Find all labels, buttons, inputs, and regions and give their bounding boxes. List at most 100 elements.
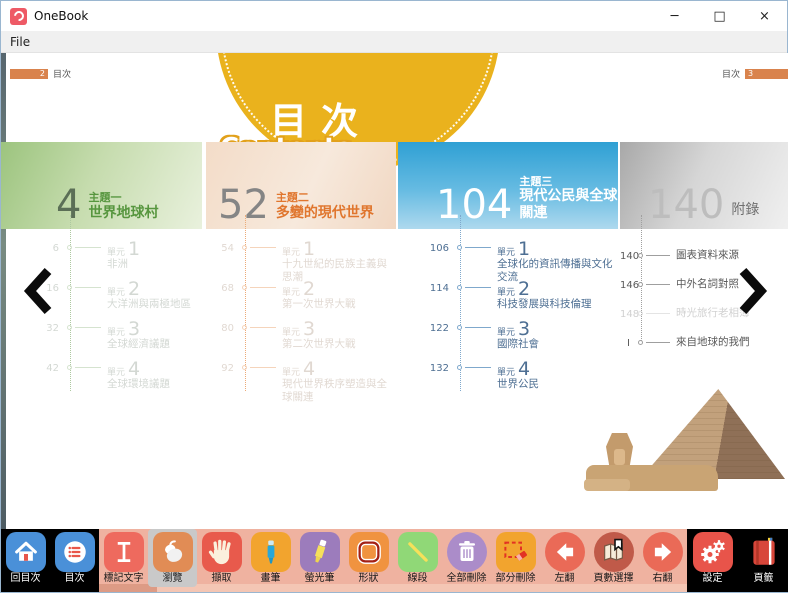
close-button[interactable]: × — [742, 1, 787, 31]
item-node-circle — [67, 285, 72, 290]
toc-section-2: 52 主題二 多變的現代世界 54 單元 1 十九世紀的民族主義與思潮 68 單元 2 第一次世界大… — [206, 142, 396, 404]
toolbar-button-back-to-toc[interactable]: 回目次 — [1, 529, 50, 584]
item-page-number: 146 — [620, 280, 640, 291]
item-unit-label: 單元 3 — [282, 318, 316, 340]
item-node-circle — [67, 325, 72, 330]
toolbar-label: 右翻 — [652, 573, 673, 584]
toc-item[interactable]: 106 單元 1 全球化的資訊傳播與文化交流 — [398, 238, 618, 283]
section-header: 104 主題三 現代公民與全球關連 — [398, 142, 618, 229]
left-page-marker: 2 目次 — [10, 67, 71, 80]
toolbar-button-delete-all[interactable]: 全部刪除 — [442, 529, 491, 584]
item-node-dash — [250, 327, 276, 328]
toc-section-4: 140 附錄 140 圖表資料來源 146 中外名詞對照 148 時光旅行老相簿 I 來自地球的我… — [620, 142, 788, 357]
item-node-dash — [75, 247, 101, 248]
toc-item[interactable]: 140 圖表資料來源 — [620, 241, 788, 270]
toolbar-button-flip-right[interactable]: 右翻 — [638, 529, 687, 584]
item-node-dash — [646, 342, 670, 343]
toc-item[interactable]: 122 單元 3 國際社會 — [398, 318, 618, 361]
item-node-dash — [465, 247, 491, 248]
item-unit-label: 單元 4 — [282, 358, 316, 380]
toc-item[interactable]: 92 單元 4 現代世界秩序塑造與全球關連 — [206, 358, 396, 404]
toolbar-label: 頁數選擇 — [593, 573, 634, 584]
section-theme: 主題三 — [519, 174, 553, 188]
toc-item[interactable]: 42 單元 4 全球環境議題 — [1, 358, 202, 401]
toolbar-button-settings[interactable]: 設定 — [687, 529, 738, 584]
section-page-number: 140 — [648, 182, 725, 229]
book-icon — [744, 532, 784, 572]
toc-item[interactable]: 54 單元 1 十九世紀的民族主義與思潮 — [206, 239, 396, 283]
arrow-left-icon — [544, 532, 585, 572]
maximize-button[interactable]: □ — [697, 1, 742, 31]
toolbar-label: 畫筆 — [260, 573, 281, 584]
toolbar-button-page-select[interactable]: 頁數選擇 — [589, 529, 638, 584]
toolbar-button-line[interactable]: 線段 — [393, 529, 442, 584]
item-title: 大洋洲與兩極地區 — [107, 298, 191, 311]
trash-icon — [446, 532, 487, 572]
mouse-icon — [152, 532, 193, 572]
item-node-dash — [250, 247, 276, 248]
map-icon — [593, 532, 634, 572]
item-node-circle — [242, 365, 247, 370]
next-page-button[interactable] — [738, 267, 768, 315]
item-page-number: 68 — [221, 283, 234, 294]
section-title: 現代公民與全球關連 — [519, 188, 618, 222]
toolbar-label: 標記文字 — [103, 573, 144, 584]
eraser-icon — [495, 532, 536, 572]
book-page-spread: 2 目次 目次 3 目次 Contents 4主題一世界地球村6單元1非洲16單… — [1, 53, 788, 531]
toolbar-button-pen[interactable]: 畫筆 — [246, 529, 295, 584]
item-title: 非洲 — [107, 258, 128, 271]
arrow-right-icon — [642, 532, 683, 572]
pen-icon — [250, 532, 291, 572]
toc-item[interactable]: 114 單元 2 科技發展與科技倫理 — [398, 279, 618, 321]
item-unit-label: 單元 4 — [107, 358, 141, 380]
item-node-dash — [465, 367, 491, 368]
toolbar-button-toc[interactable]: 目次 — [50, 529, 99, 584]
item-title: 第一次世界大戰 — [282, 298, 356, 311]
item-page-number: 54 — [221, 243, 234, 254]
toolbar-button-capture[interactable]: 擷取 — [197, 529, 246, 584]
item-node-circle — [67, 365, 72, 370]
left-page-number-badge: 2 — [10, 68, 48, 79]
toolbar-button-highlighter[interactable]: 螢光筆 — [295, 529, 344, 584]
item-node-circle — [457, 285, 462, 290]
right-page-number-badge: 3 — [745, 68, 788, 79]
item-unit-label: 單元 2 — [282, 278, 316, 300]
item-title: 現代世界秩序塑造與全球關連 — [282, 378, 387, 404]
previous-page-button[interactable] — [23, 267, 53, 315]
item-node-dash — [250, 287, 276, 288]
section-header: 4 主題一 世界地球村 — [1, 142, 202, 229]
highlighter-icon — [299, 532, 340, 572]
toc-item[interactable]: 32 單元 3 全球經濟議題 — [1, 319, 202, 361]
minimize-button[interactable]: ─ — [652, 1, 697, 31]
item-unit-label: 單元 3 — [497, 318, 531, 340]
toolbar-button-delete-partial[interactable]: 部分刪除 — [491, 529, 540, 584]
toc-item[interactable]: I 來自地球的我們 — [620, 328, 788, 357]
item-page-number: 42 — [46, 363, 59, 374]
item-title: 來自地球的我們 — [676, 335, 750, 348]
toolbar-button-mark-text[interactable]: 標記文字 — [99, 529, 148, 584]
toolbar-label: 左翻 — [554, 573, 575, 584]
toolbar-button-page-tabs[interactable]: 頁籤 — [738, 529, 788, 584]
item-node-circle — [242, 325, 247, 330]
right-page-marker: 目次 3 — [722, 67, 788, 80]
toolbar-button-flip-left[interactable]: 左翻 — [540, 529, 589, 584]
bottom-toolbar: 回目次 目次 標記文字 瀏覽 擷取 畫筆 螢光筆 形狀 線段 全部刪除 部分刪除 左翻 頁數選擇 右翻 … — [1, 529, 788, 592]
toolbar-button-browse[interactable]: 瀏覽 — [148, 529, 197, 587]
item-page-number: 92 — [221, 363, 234, 374]
item-unit-label: 單元 1 — [497, 238, 531, 260]
menu-file[interactable]: File — [1, 35, 39, 49]
toc-item[interactable]: 80 單元 3 第二次世界大戰 — [206, 318, 396, 361]
item-page-number: 6 — [52, 243, 59, 254]
right-page-label: 目次 — [721, 70, 740, 80]
section-page-number: 4 — [56, 182, 82, 229]
toolbar-label: 螢光筆 — [304, 573, 335, 584]
item-node-circle — [242, 285, 247, 290]
toolbar-button-shape[interactable]: 形狀 — [344, 529, 393, 584]
toc-item[interactable]: 68 單元 2 第一次世界大戰 — [206, 278, 396, 321]
item-page-number: 140 — [620, 251, 640, 262]
item-title: 國際社會 — [497, 338, 539, 351]
section-items: 106 單元 1 全球化的資訊傳播與文化交流 114 單元 2 科技發展與科技倫理 122 單元 3… — [398, 215, 618, 401]
toolbar-label: 設定 — [702, 573, 723, 584]
toolbar-label: 線段 — [407, 573, 428, 584]
toolbar-zone-left: 回目次 目次 — [1, 529, 99, 592]
